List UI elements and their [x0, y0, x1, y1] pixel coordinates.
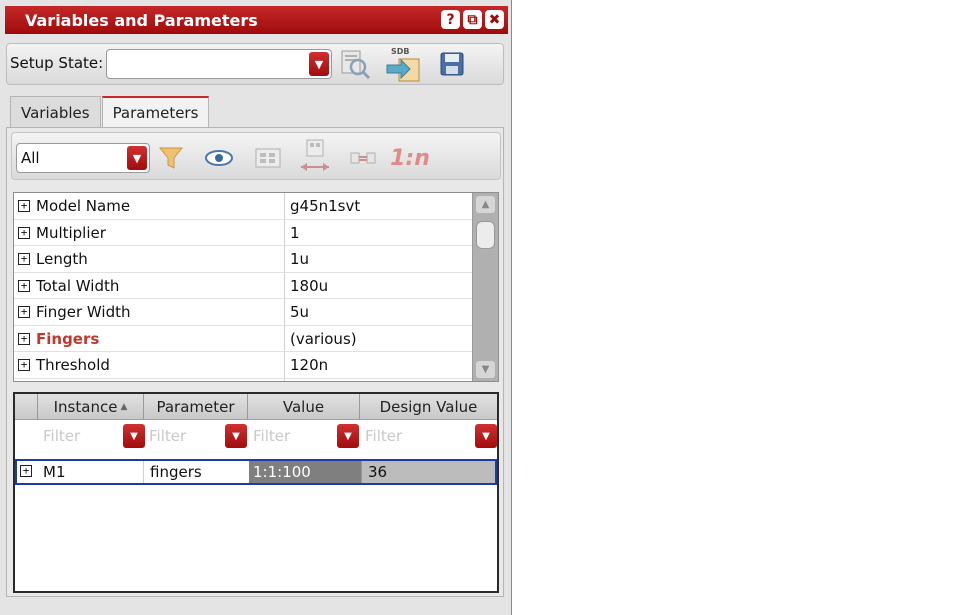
instance-value[interactable]: 1:1:100	[249, 461, 361, 483]
instance-row[interactable]: + M1 fingers 1:1:100 36	[15, 459, 497, 485]
expand-icon[interactable]: +	[18, 200, 30, 212]
vertical-scrollbar[interactable]: ▲ ▼	[472, 193, 498, 381]
expand-icon[interactable]: +	[20, 465, 32, 477]
parameter-value[interactable]: 5u	[290, 303, 309, 321]
column-header-parameter[interactable]: Parameter	[143, 394, 247, 420]
dropdown-arrow-icon[interactable]: ▼	[127, 146, 147, 170]
parameters-tab-content: All ▼ 1:n + Model Name g45n1svt + Multip…	[6, 127, 504, 597]
window-title: Variables and Parameters	[25, 10, 258, 30]
load-state-icon[interactable]	[337, 46, 373, 82]
parameter-row[interactable]: + Finger Width 5u	[14, 299, 472, 326]
column-header-design-value[interactable]: Design Value	[359, 394, 497, 420]
dropdown-arrow-icon[interactable]: ▼	[337, 424, 359, 448]
save-icon[interactable]	[437, 49, 467, 79]
variables-parameters-panel: Variables and Parameters ? ⧉ ✖ Setup Sta…	[0, 0, 512, 615]
dropdown-arrow-icon[interactable]: ▼	[123, 424, 145, 448]
filter-funnel-icon[interactable]	[156, 143, 186, 173]
setup-state-combo[interactable]: ▼	[106, 49, 332, 79]
dropdown-arrow-icon[interactable]: ▼	[309, 52, 329, 76]
value-filter[interactable]: Filter ▼	[249, 424, 359, 448]
eye-icon[interactable]	[202, 143, 236, 173]
dropdown-arrow-icon[interactable]: ▼	[475, 424, 497, 448]
parameter-value[interactable]: g45n1svt	[290, 197, 360, 215]
design-value-filter[interactable]: Filter ▼	[361, 424, 497, 448]
title-bar: Variables and Parameters ? ⧉ ✖	[5, 6, 508, 34]
tab-bar: Variables Parameters	[10, 96, 210, 128]
column-header-value[interactable]: Value	[247, 394, 359, 420]
spread-parameter-icon[interactable]	[298, 137, 332, 177]
instances-grid: Instance ▲ Parameter Value Design Value …	[13, 392, 499, 593]
expand-icon[interactable]: +	[18, 253, 30, 265]
parameter-value[interactable]: (various)	[290, 330, 357, 348]
parameter-name: Multiplier	[36, 223, 106, 242]
header-spacer	[15, 394, 37, 420]
parameter-filter-combo[interactable]: All ▼	[16, 143, 150, 173]
instance-name: M1	[43, 463, 66, 481]
filter-placeholder: Filter	[365, 427, 403, 445]
svg-text:SDB: SDB	[391, 47, 410, 56]
parameter-value[interactable]: 1u	[290, 250, 309, 268]
tab-parameters[interactable]: Parameters	[101, 96, 210, 128]
one-to-n-button[interactable]: 1:n	[390, 143, 430, 173]
scroll-up-icon[interactable]: ▲	[476, 196, 495, 213]
parameter-row[interactable]: + Fingers (various)	[14, 326, 472, 352]
filter-placeholder: Filter	[43, 427, 81, 445]
tab-variables[interactable]: Variables	[10, 96, 101, 128]
parameter-filter-value: All	[21, 149, 40, 167]
sdb-export-icon[interactable]: SDB	[385, 45, 425, 83]
parameter-value[interactable]: 1	[290, 224, 300, 242]
parameters-grid: + Model Name g45n1svt + Multiplier 1 + L…	[13, 192, 499, 382]
link-parameters-icon[interactable]	[348, 145, 378, 171]
sort-ascending-icon: ▲	[120, 402, 128, 412]
filter-placeholder: Filter	[149, 427, 187, 445]
parameter-value[interactable]: 120n	[290, 356, 328, 374]
parameters-toolbar: All ▼ 1:n	[11, 132, 501, 180]
instance-parameter: fingers	[143, 461, 249, 483]
filter-placeholder: Filter	[253, 427, 291, 445]
parameter-row[interactable]: + Threshold 120n	[14, 352, 472, 379]
scroll-down-icon[interactable]: ▼	[476, 361, 495, 378]
scrollbar-thumb[interactable]	[476, 221, 495, 249]
parameter-name: Length	[36, 250, 88, 268]
setup-state-label: Setup State:	[10, 54, 104, 72]
parameter-name-highlighted: Fingers	[36, 329, 100, 348]
parameter-row[interactable]: + Length 1u	[14, 246, 472, 273]
expand-icon[interactable]: +	[18, 332, 30, 345]
parameter-grid-icon[interactable]	[252, 143, 284, 173]
parameter-row[interactable]: + Multiplier 1	[14, 220, 472, 246]
expand-icon[interactable]: +	[18, 279, 30, 292]
filter-row: Filter ▼ Filter ▼ Filter ▼ Filter ▼	[15, 420, 497, 450]
parameter-row[interactable]: + Model Name g45n1svt	[14, 193, 472, 220]
instances-header: Instance ▲ Parameter Value Design Value	[15, 394, 497, 420]
expand-icon[interactable]: +	[18, 226, 30, 239]
instance-design-value: 36	[361, 461, 495, 483]
parameter-filter[interactable]: Filter ▼	[145, 424, 247, 448]
parameter-row[interactable]: + Total Width 180u	[14, 273, 472, 299]
expand-icon[interactable]: +	[18, 306, 30, 318]
parameter-name: Total Width	[36, 276, 120, 295]
column-header-label: Instance	[53, 398, 118, 416]
close-icon[interactable]: ✖	[485, 10, 504, 29]
help-icon[interactable]: ?	[441, 10, 460, 29]
dropdown-arrow-icon[interactable]: ▼	[225, 424, 247, 448]
column-header-instance[interactable]: Instance ▲	[37, 394, 143, 420]
parameter-value[interactable]: 180u	[290, 277, 328, 295]
parameter-name: Model Name	[36, 197, 131, 215]
parameter-name: Finger Width	[36, 303, 131, 321]
parameter-name: Threshold	[36, 356, 110, 374]
expand-icon[interactable]: +	[18, 359, 30, 371]
instance-filter[interactable]: Filter ▼	[39, 424, 145, 448]
setup-state-toolbar: Setup State: ▼ SDB	[6, 43, 504, 85]
float-window-icon[interactable]: ⧉	[463, 10, 482, 29]
